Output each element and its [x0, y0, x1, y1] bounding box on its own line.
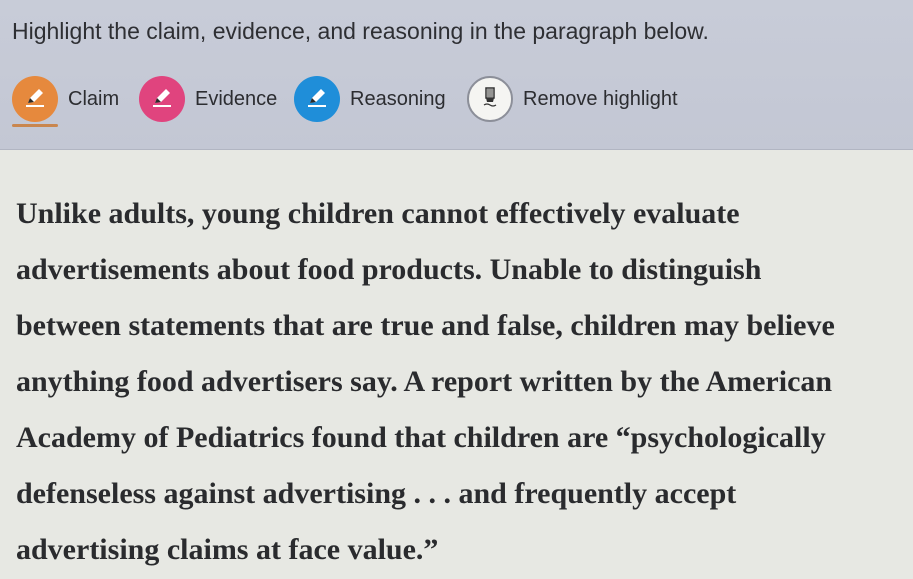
- evidence-highlight-button[interactable]: Evidence: [139, 74, 277, 124]
- reasoning-label: Reasoning: [350, 87, 446, 110]
- highlight-toolbar: Highlight the claim, evidence, and reaso…: [0, 0, 913, 150]
- instruction-text: Highlight the claim, evidence, and reaso…: [12, 18, 709, 44]
- passage-line[interactable]: between statements that are true and fal…: [16, 298, 908, 354]
- passage-line[interactable]: Unlike adults, young children cannot eff…: [16, 186, 908, 242]
- remove-highlight-label: Remove highlight: [523, 87, 678, 110]
- selected-indicator: [12, 124, 58, 127]
- pencil-icon: [22, 84, 48, 115]
- remove-highlight-button[interactable]: Remove highlight: [467, 74, 678, 124]
- highlight-tools: Claim Evidence Reasoning Remove highligh…: [12, 74, 902, 127]
- passage-line[interactable]: advertisements about food products. Unab…: [16, 242, 908, 298]
- reasoning-highlight-button[interactable]: Reasoning: [294, 74, 446, 124]
- passage-line[interactable]: defenseless against advertising . . . an…: [16, 466, 908, 522]
- remove-highlight-swatch[interactable]: [467, 76, 513, 122]
- claim-label: Claim: [68, 87, 120, 110]
- reasoning-color-swatch[interactable]: [294, 76, 340, 122]
- claim-color-swatch[interactable]: [12, 76, 58, 122]
- evidence-color-swatch[interactable]: [139, 76, 185, 122]
- pencil-icon: [149, 84, 175, 115]
- passage-line[interactable]: Academy of Pediatrics found that childre…: [16, 410, 908, 466]
- evidence-label: Evidence: [195, 87, 278, 110]
- pencil-icon: [304, 84, 330, 115]
- passage-line[interactable]: anything food advertisers say. A report …: [16, 354, 908, 410]
- eraser-icon: [477, 84, 503, 115]
- claim-highlight-button[interactable]: Claim: [12, 74, 120, 127]
- passage-paragraph[interactable]: Unlike adults, young children cannot eff…: [16, 186, 908, 578]
- passage-line[interactable]: advertising claims at face value.”: [16, 522, 908, 578]
